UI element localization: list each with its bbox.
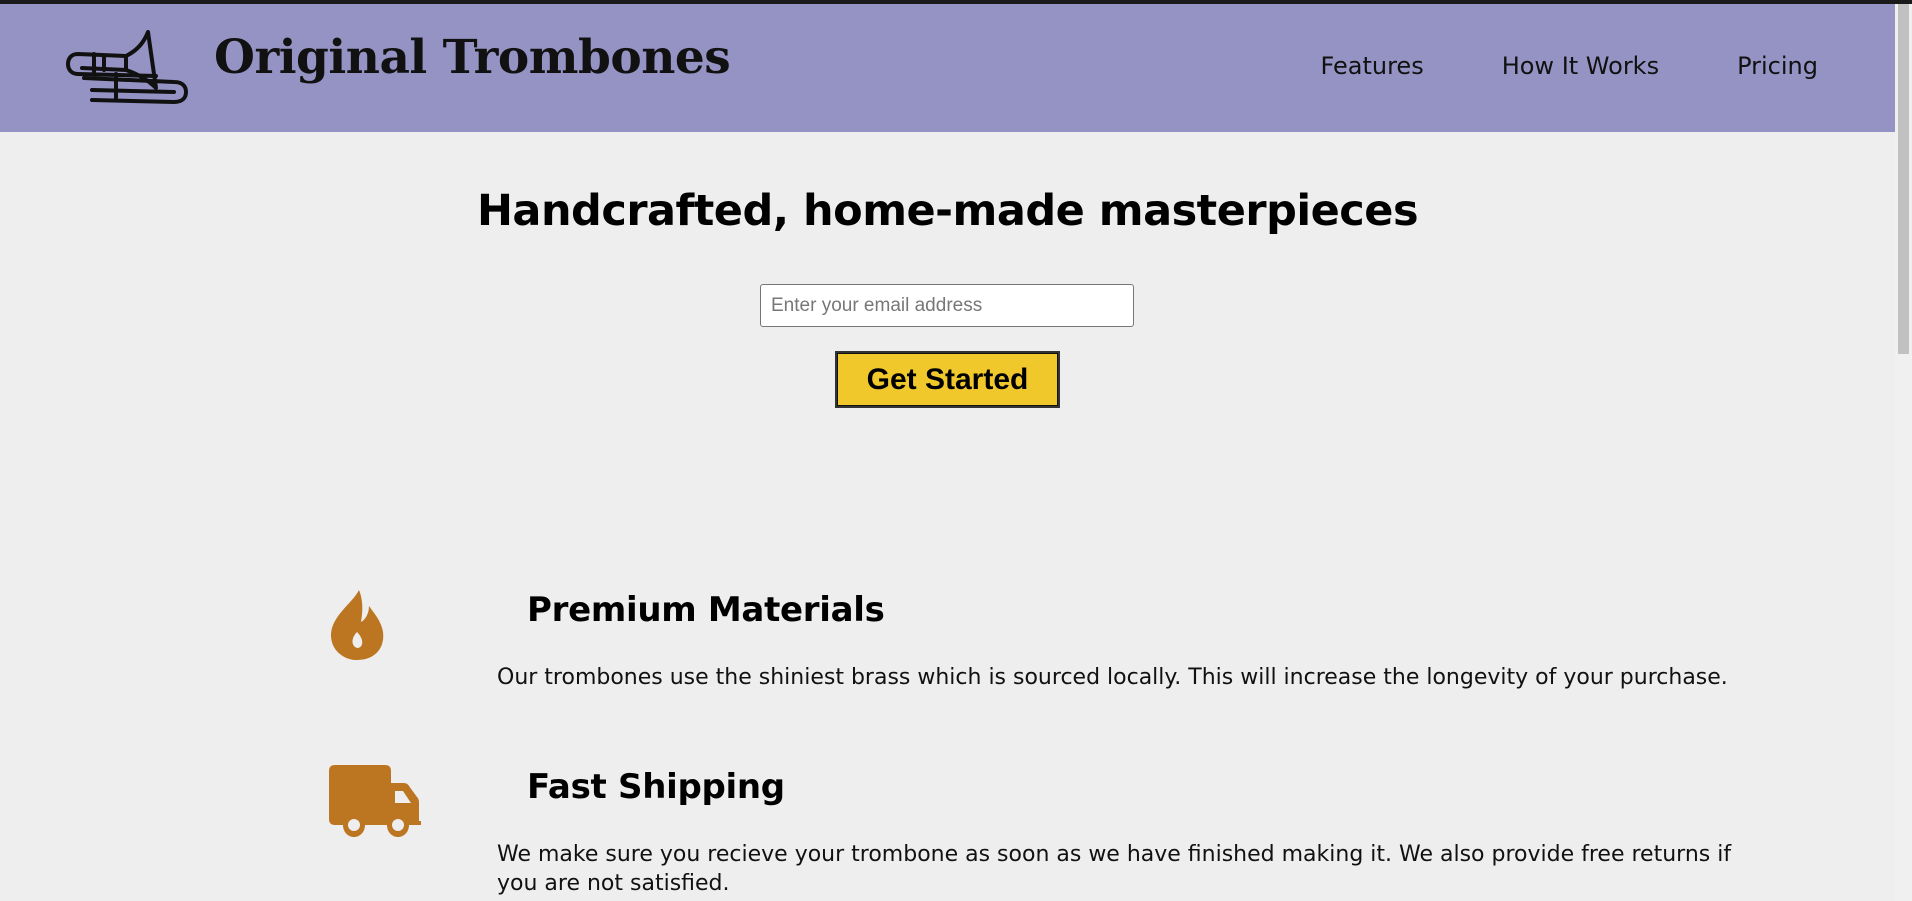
nav-link-how-it-works[interactable]: How It Works [1502,52,1659,80]
scrollbar-thumb[interactable] [1898,4,1909,354]
main-nav: Features How It Works Pricing [1321,52,1819,80]
email-input[interactable] [760,284,1134,327]
feature-description-fast-shipping: We make sure you recieve your trombone a… [497,842,1732,896]
feature-title-premium-materials: Premium Materials [527,590,885,630]
get-started-button[interactable]: Get Started [835,351,1060,408]
trombone-icon[interactable] [64,26,190,108]
page-scrollbar[interactable] [1895,4,1912,901]
hero-title: Handcrafted, home-made masterpieces [476,186,1419,236]
feature-description-premium-materials: Our trombones use the shiniest brass whi… [497,665,1728,690]
truck-icon [329,765,421,837]
nav-link-features[interactable]: Features [1321,52,1424,80]
feature-title-fast-shipping: Fast Shipping [527,767,785,807]
brand-name[interactable]: Original Trombones [214,30,731,85]
site-header: Original Trombones Features How It Works… [0,4,1895,132]
fire-icon [330,590,384,660]
nav-link-pricing[interactable]: Pricing [1737,52,1818,80]
